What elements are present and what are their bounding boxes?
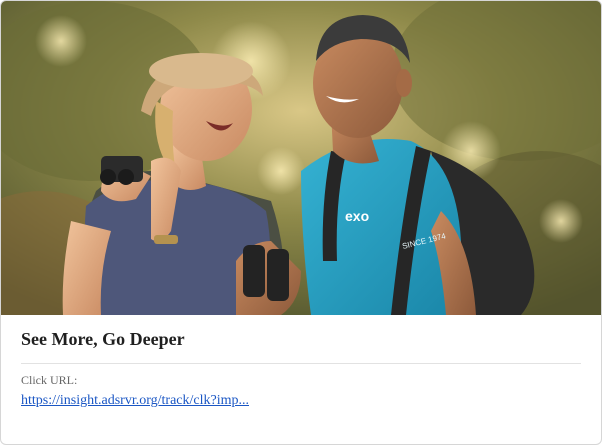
- click-url-link[interactable]: https://insight.adsrvr.org/track/clk?imp…: [21, 392, 249, 410]
- click-url-label: Click URL:: [21, 373, 78, 387]
- hero-photo[interactable]: exo SINCE 1974: [1, 1, 601, 315]
- shirt-brand-text: exo: [345, 208, 369, 224]
- hikers-illustration: exo SINCE 1974: [1, 1, 601, 315]
- ad-card[interactable]: exo SINCE 1974 See More, Go Deeper Click…: [0, 0, 602, 445]
- ad-title: See More, Go Deeper: [21, 327, 581, 364]
- ad-content: See More, Go Deeper Click URL: https://i…: [21, 327, 581, 410]
